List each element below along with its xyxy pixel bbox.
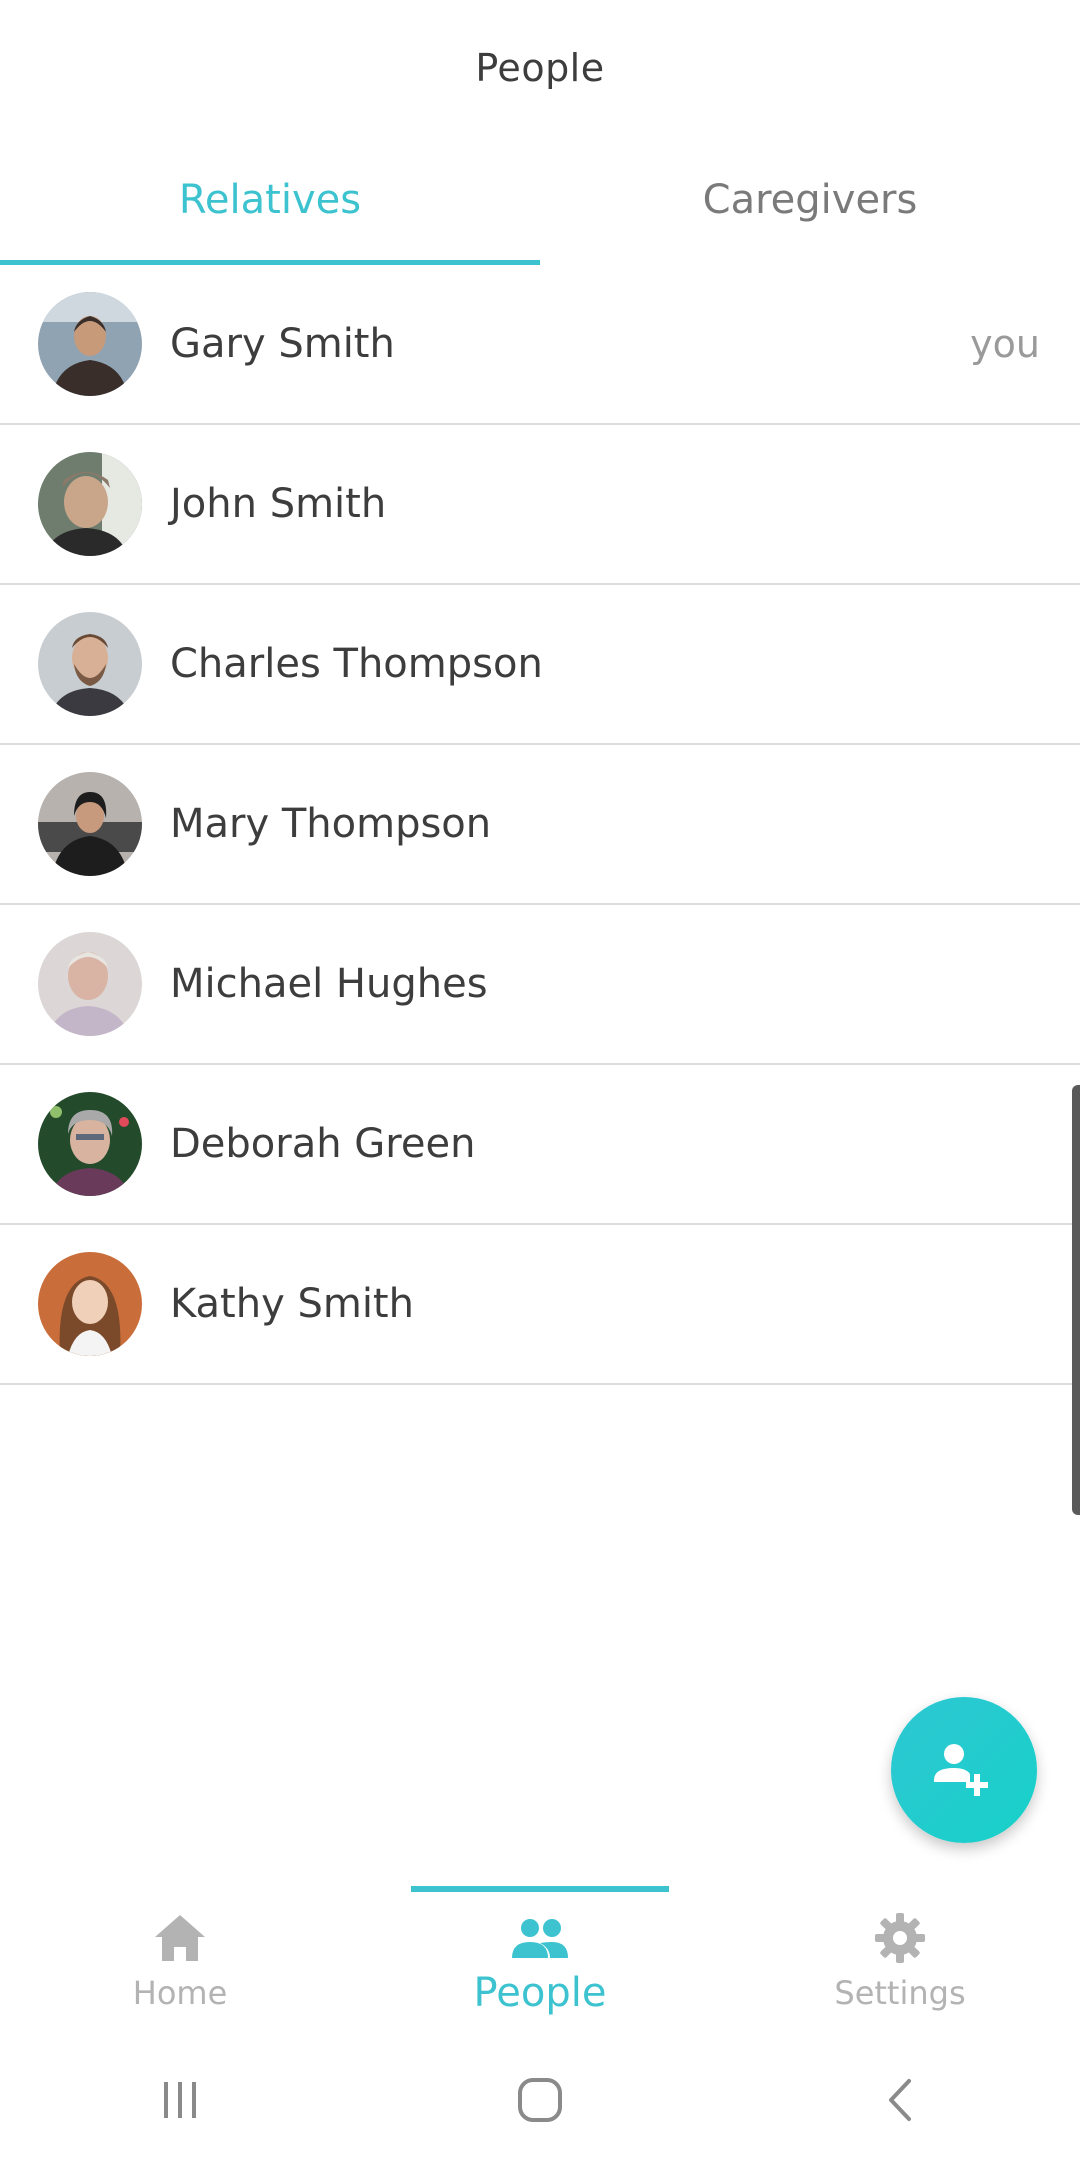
bottom-nav: Home People Settings bbox=[0, 1880, 1080, 2030]
nav-label: Settings bbox=[834, 1974, 966, 2012]
people-icon bbox=[512, 1919, 568, 1958]
gear-icon bbox=[875, 1913, 925, 1963]
person-name: John Smith bbox=[170, 481, 387, 527]
person-name: Kathy Smith bbox=[170, 1281, 414, 1327]
home-icon bbox=[155, 1915, 205, 1961]
person-name: Deborah Green bbox=[170, 1121, 476, 1167]
back-button[interactable] bbox=[720, 2077, 1080, 2123]
people-list: Gary Smith you John Smith Charles Thomps… bbox=[0, 265, 1080, 1385]
avatar bbox=[38, 1252, 142, 1356]
nav-label: People bbox=[473, 1970, 607, 2016]
page-title: People bbox=[475, 45, 605, 90]
add-person-button[interactable] bbox=[891, 1697, 1037, 1843]
avatar bbox=[38, 612, 142, 716]
person-name: Charles Thompson bbox=[170, 641, 543, 687]
home-circle-icon bbox=[518, 2078, 562, 2122]
list-item[interactable]: Gary Smith you bbox=[0, 265, 1080, 425]
system-home-button[interactable] bbox=[360, 2077, 720, 2123]
scrollbar[interactable] bbox=[1072, 1085, 1080, 1515]
avatar bbox=[38, 452, 142, 556]
nav-people[interactable]: People bbox=[360, 1880, 720, 2030]
tab-bar: Relatives Caregivers bbox=[0, 135, 1080, 265]
person-name: Mary Thompson bbox=[170, 801, 492, 847]
list-item[interactable]: Mary Thompson bbox=[0, 745, 1080, 905]
recent-apps-button[interactable] bbox=[0, 2080, 360, 2120]
tab-caregivers[interactable]: Caregivers bbox=[540, 135, 1080, 265]
list-item[interactable]: John Smith bbox=[0, 425, 1080, 585]
you-badge: you bbox=[970, 322, 1040, 366]
system-nav-bar bbox=[0, 2040, 1080, 2160]
person-name: Michael Hughes bbox=[170, 961, 488, 1007]
nav-label: Home bbox=[132, 1974, 228, 2012]
list-item[interactable]: Michael Hughes bbox=[0, 905, 1080, 1065]
list-item[interactable]: Charles Thompson bbox=[0, 585, 1080, 745]
app-header: People bbox=[0, 0, 1080, 135]
person-name: Gary Smith bbox=[170, 321, 395, 367]
avatar bbox=[38, 932, 142, 1036]
avatar bbox=[38, 292, 142, 396]
recent-apps-icon bbox=[164, 2082, 196, 2118]
avatar bbox=[38, 1092, 142, 1196]
list-item[interactable]: Deborah Green bbox=[0, 1065, 1080, 1225]
avatar bbox=[38, 772, 142, 876]
nav-settings[interactable]: Settings bbox=[720, 1880, 1080, 2030]
tab-relatives[interactable]: Relatives bbox=[0, 135, 540, 265]
back-icon bbox=[889, 2079, 911, 2121]
add-person-icon bbox=[934, 1744, 988, 1796]
nav-home[interactable]: Home bbox=[0, 1880, 360, 2030]
list-item[interactable]: Kathy Smith bbox=[0, 1225, 1080, 1385]
